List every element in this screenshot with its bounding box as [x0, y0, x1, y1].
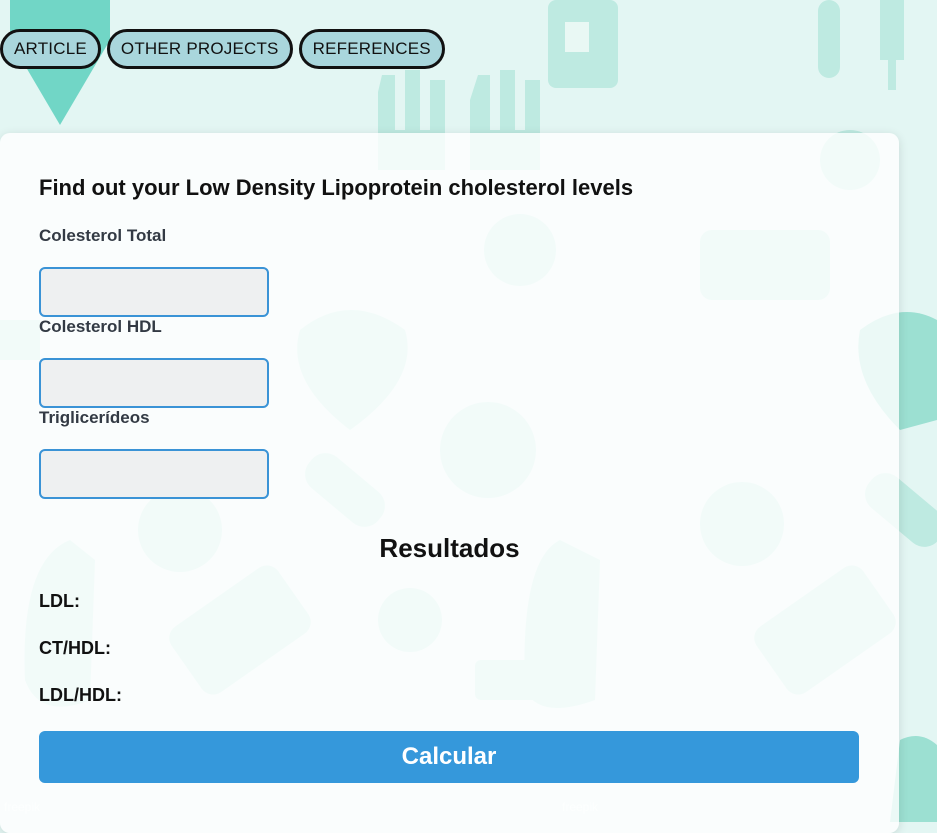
- nav-other-projects-button[interactable]: OTHER PROJECTS: [106, 29, 293, 69]
- ldl-result: LDL:: [39, 591, 80, 611]
- hdl-cholesterol-input[interactable]: [39, 358, 269, 408]
- watermark-right: freepik: [562, 800, 599, 814]
- ct-hdl-result: CT/HDL:: [39, 638, 111, 658]
- watermark-left: freepik: [4, 800, 41, 814]
- hdl-cholesterol-label: Colesterol HDL: [39, 317, 162, 336]
- total-cholesterol-input[interactable]: [39, 267, 269, 317]
- card-title: Find out your Low Density Lipoprotein ch…: [39, 175, 634, 200]
- triglycerides-label: Triglicerídeos: [39, 408, 150, 427]
- triglycerides-input[interactable]: [39, 449, 269, 499]
- nav-article-button[interactable]: ARTICLE: [0, 29, 101, 69]
- results-title: Resultados: [379, 533, 520, 563]
- top-nav: ARTICLE OTHER PROJECTS REFERENCES: [0, 29, 445, 69]
- ldl-hdl-result: LDL/HDL:: [39, 685, 122, 705]
- calculate-button[interactable]: Calcular: [39, 731, 859, 783]
- ldl-calculator-card: Find out your Low Density Lipoprotein ch…: [0, 133, 899, 833]
- total-cholesterol-label: Colesterol Total: [39, 226, 167, 245]
- nav-references-button[interactable]: REFERENCES: [298, 29, 445, 69]
